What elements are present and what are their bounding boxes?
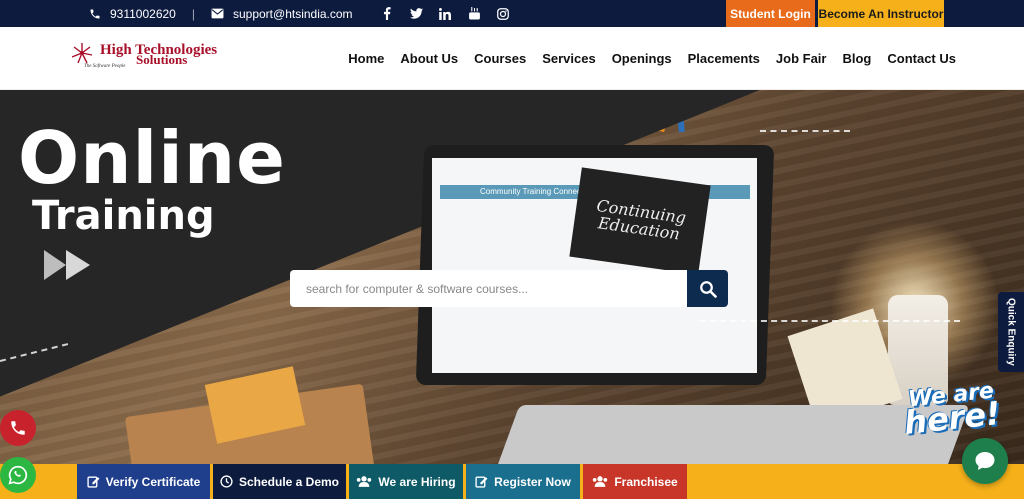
facebook-icon[interactable] [380,7,394,21]
quick-enquiry-tab[interactable]: Quick Enquiry [998,292,1024,372]
nav-openings[interactable]: Openings [612,51,672,66]
whatsapp-icon [8,465,28,485]
top-bar: 9311002620 | support@htsindia.com Studen… [0,0,1024,27]
users-icon [593,476,608,487]
contact-info: 9311002620 | support@htsindia.com [88,0,353,27]
edit-icon [475,476,488,488]
course-search [290,270,728,307]
student-login-button[interactable]: Student Login [726,0,815,27]
franchisee-button[interactable]: Franchisee [583,464,687,499]
logo-tagline: The Software People [84,64,126,69]
hero-heading-online: Online [18,116,286,200]
users-icon [357,476,372,487]
phone-number[interactable]: 9311002620 [110,7,176,21]
schedule-demo-label: Schedule a Demo [238,474,340,489]
main-nav: Home About Us Courses Services Openings … [348,27,956,90]
envelope-icon [211,7,225,21]
nav-blog[interactable]: Blog [842,51,871,66]
dashed-line-top [760,130,850,132]
search-button[interactable] [687,270,728,307]
nav-placements[interactable]: Placements [688,51,760,66]
phone-icon [11,421,25,435]
phone-icon [88,7,102,21]
whatsapp-button[interactable] [0,457,36,493]
site-logo[interactable]: High Technologies Solutions The Software… [72,41,242,73]
nav-services[interactable]: Services [542,51,596,66]
dashed-line-bottom [700,320,960,322]
edit-icon [87,476,100,488]
call-button[interactable] [0,410,36,446]
search-input[interactable] [290,270,687,307]
play-arrows-icon [44,250,90,280]
chat-bubble-icon [975,452,995,470]
we-are-here-badge[interactable]: We are here! [902,379,1012,442]
we-are-hiring-label: We are Hiring [378,474,456,489]
laptop-screen-image-text: Continuing Education [569,167,711,275]
nav-about-us[interactable]: About Us [400,51,458,66]
schedule-demo-button[interactable]: Schedule a Demo [213,464,346,499]
hero-banner: Community Training Connection Continuing… [0,90,1024,464]
nav-home[interactable]: Home [348,51,384,66]
verify-certificate-label: Verify Certificate [105,474,201,489]
register-now-button[interactable]: Register Now [466,464,580,499]
instagram-icon[interactable] [496,7,510,21]
register-now-label: Register Now [494,474,571,489]
main-header: High Technologies Solutions The Software… [0,27,1024,90]
youtube-icon[interactable] [467,7,481,21]
nav-job-fair[interactable]: Job Fair [776,51,827,66]
we-are-hiring-button[interactable]: We are Hiring [349,464,463,499]
email-address[interactable]: support@htsindia.com [233,7,353,21]
social-links [380,0,510,27]
search-icon [699,280,717,298]
hero-heading-training: Training [32,193,215,239]
become-instructor-button[interactable]: Become An Instructor [818,0,944,27]
keyboard-image [490,405,970,464]
linkedin-icon[interactable] [438,7,452,21]
bottom-action-bar: Verify Certificate Schedule a Demo We ar… [0,464,1024,499]
contact-separator: | [191,6,195,21]
chat-button[interactable] [962,438,1008,484]
nav-contact-us[interactable]: Contact Us [887,51,956,66]
verify-certificate-button[interactable]: Verify Certificate [77,464,210,499]
twitter-icon[interactable] [409,7,423,21]
franchisee-label: Franchisee [614,474,678,489]
nav-courses[interactable]: Courses [474,51,526,66]
clock-icon [220,475,233,488]
logo-subtitle: Solutions [136,52,188,67]
